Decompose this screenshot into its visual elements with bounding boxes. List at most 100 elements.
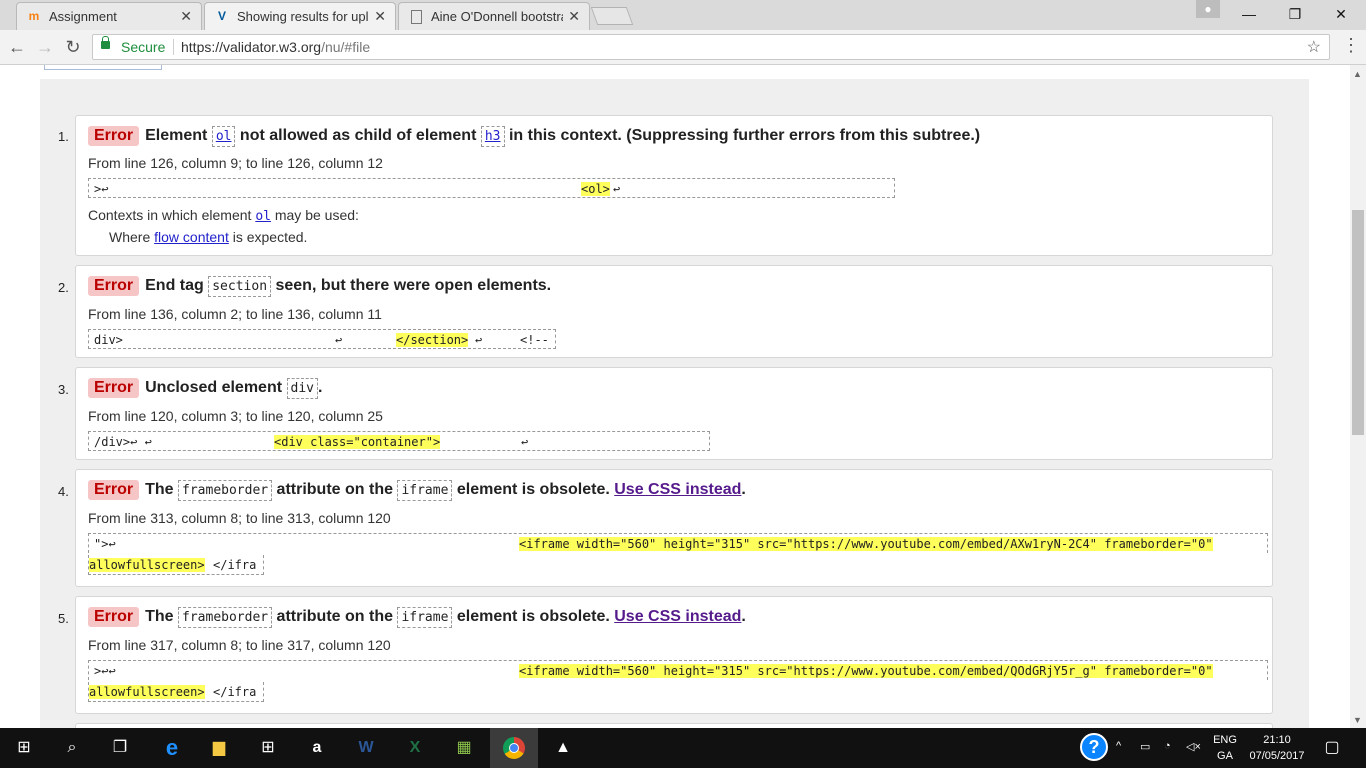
code-extract: >↩↩ <iframe width="560" height="315" src…	[88, 660, 1268, 680]
clock-date: 07/05/2017	[1249, 750, 1305, 762]
battery-icon[interactable]: ▭	[1140, 740, 1150, 753]
message-text: attribute on the	[272, 608, 398, 625]
scroll-up-arrow-icon[interactable]: ▲	[1353, 69, 1362, 79]
back-icon[interactable]: ←	[5, 35, 29, 59]
reload-icon[interactable]: ↻	[61, 35, 85, 59]
forward-icon[interactable]: →	[33, 35, 57, 59]
message-text: End tag	[145, 277, 209, 294]
extract-highlight: <iframe width="560" height="315" src="ht…	[519, 664, 1213, 678]
close-tab-icon[interactable]: ✕	[568, 8, 580, 25]
clock[interactable]: 21:10 07/05/2017	[1246, 734, 1308, 762]
message-heading: Error Unclosed element div.	[88, 378, 322, 399]
message-text: attribute on the	[272, 481, 398, 498]
word-icon[interactable]: W	[354, 736, 378, 760]
error-message: Error End tag section seen, but there wer…	[75, 265, 1273, 358]
profile-icon[interactable]: ●	[1196, 0, 1220, 18]
new-tab-button[interactable]	[590, 7, 634, 25]
message-text: Unclosed element	[145, 379, 287, 396]
notification-icon[interactable]: ▢	[1320, 736, 1344, 760]
extract-highlight: allowfullscreen>	[89, 558, 205, 572]
message-text: element is obsolete.	[452, 481, 615, 498]
url-origin: https://validator.w3.org	[181, 39, 322, 55]
attribute-code-frameborder: frameborder	[178, 480, 273, 501]
excel-icon[interactable]: X	[403, 736, 427, 760]
extract-text: ">↩	[94, 537, 116, 551]
address-bar[interactable]: Secure https://validator.w3.org/nu/#file…	[92, 34, 1330, 60]
message-number: 1.	[58, 129, 69, 144]
where-line: Where flow content is expected.	[109, 229, 307, 245]
minimize-icon[interactable]: —	[1226, 0, 1272, 28]
scrollbar-thumb[interactable]	[1352, 210, 1364, 435]
error-badge: Error	[88, 126, 140, 146]
use-css-instead-link[interactable]: Use CSS instead	[614, 481, 741, 498]
close-tab-icon[interactable]: ✕	[374, 8, 386, 25]
photos-icon[interactable]: ▲	[551, 736, 575, 760]
message-number: 3.	[58, 382, 69, 397]
browser-toolbar: ← → ↻ Secure https://validator.w3.org/nu…	[0, 30, 1366, 65]
code-extract-wrap: allowfullscreen> </ifra	[88, 682, 264, 702]
code-extract: ">↩ <iframe width="560" height="315" src…	[88, 533, 1268, 553]
browser-menu-icon[interactable]: ⋮	[1342, 35, 1360, 56]
edge-browser-icon[interactable]: e	[160, 736, 184, 760]
chrome-icon[interactable]	[490, 728, 538, 768]
message-text: .	[741, 481, 746, 498]
tab-validator-results[interactable]: V Showing results for uplo ✕	[204, 2, 396, 30]
location-text: From line 120, column 3; to line 120, co…	[88, 408, 383, 424]
message-number: 5.	[58, 611, 69, 626]
flow-content-link[interactable]: flow content	[154, 229, 229, 245]
code-extract: div> ↩ </section> ↩ <!--	[88, 329, 556, 349]
message-text: The	[145, 608, 179, 625]
message-text: seen, but there were open elements.	[271, 277, 552, 294]
extract-highlight: </section>	[396, 333, 469, 347]
chart-app-icon[interactable]: ▦	[452, 736, 476, 760]
close-tab-icon[interactable]: ✕	[180, 8, 192, 25]
file-explorer-icon[interactable]: ▆	[207, 736, 231, 760]
extract-text: <!--	[520, 333, 549, 347]
search-icon[interactable]: ⌕	[60, 736, 84, 760]
extract-text: </ifra	[213, 685, 257, 699]
error-message: Error Unclosed element div. From line 120…	[75, 367, 1273, 460]
error-badge: Error	[88, 378, 140, 398]
element-link-h3[interactable]: h3	[480, 126, 505, 147]
extract-highlight: <div class="container">	[274, 435, 441, 449]
tab-assignment[interactable]: m Assignment ✕	[16, 2, 202, 30]
language-indicator[interactable]: ENG GA	[1212, 734, 1238, 762]
element-code-div: div	[286, 378, 318, 399]
vertical-scrollbar[interactable]: ▲ ▼	[1350, 65, 1366, 728]
store-icon[interactable]: ⊞	[256, 736, 280, 760]
element-code-iframe: iframe	[397, 480, 453, 501]
message-heading: Error End tag section seen, but there wer…	[88, 276, 551, 297]
element-link-ol[interactable]: ol	[211, 126, 236, 147]
bookmark-star-icon[interactable]: ☆	[1307, 37, 1321, 57]
where-tail: is expected.	[228, 229, 308, 245]
task-view-icon[interactable]: ❐	[108, 736, 132, 760]
use-css-instead-link[interactable]: Use CSS instead	[614, 608, 741, 625]
extract-text: ↩	[613, 182, 621, 196]
tab-title: Showing results for uplo	[237, 9, 369, 24]
extract-text: div>	[94, 333, 123, 347]
scroll-down-arrow-icon[interactable]: ▼	[1353, 715, 1362, 725]
attribute-code-frameborder: frameborder	[178, 607, 273, 628]
location-text: From line 136, column 2; to line 136, co…	[88, 306, 382, 322]
tab-strip: m Assignment ✕ V Showing results for upl…	[0, 0, 1366, 30]
url-text[interactable]: https://validator.w3.org/nu/#file	[181, 39, 370, 55]
w3c-favicon-icon: V	[217, 9, 226, 23]
windows-start-icon[interactable]: ⊞	[12, 736, 36, 760]
error-badge: Error	[88, 276, 140, 296]
tray-chevron-icon[interactable]: ^	[1116, 740, 1121, 752]
amazon-icon[interactable]: a	[305, 736, 329, 760]
message-heading: Error The frameborder attribute on the if…	[88, 607, 746, 628]
tab-title: Assignment	[49, 9, 117, 24]
extract-text: ↩	[521, 435, 529, 449]
tab-bootstrap[interactable]: Aine O'Donnell bootstra ✕	[398, 2, 590, 30]
address-separator	[173, 39, 174, 55]
location-text: From line 126, column 9; to line 126, co…	[88, 155, 383, 171]
extract-text: </ifra	[213, 558, 257, 572]
restore-icon[interactable]: ❐	[1272, 0, 1318, 28]
contexts-element-link[interactable]: ol	[255, 209, 271, 224]
code-extract: /div>↩ ↩ <div class="container"> ↩	[88, 431, 710, 451]
help-icon[interactable]: ?	[1080, 733, 1108, 761]
close-window-icon[interactable]: ✕	[1318, 0, 1364, 28]
wifi-icon[interactable]: ◔	[1164, 740, 1171, 752]
volume-icon[interactable]: ◁×	[1186, 740, 1201, 753]
